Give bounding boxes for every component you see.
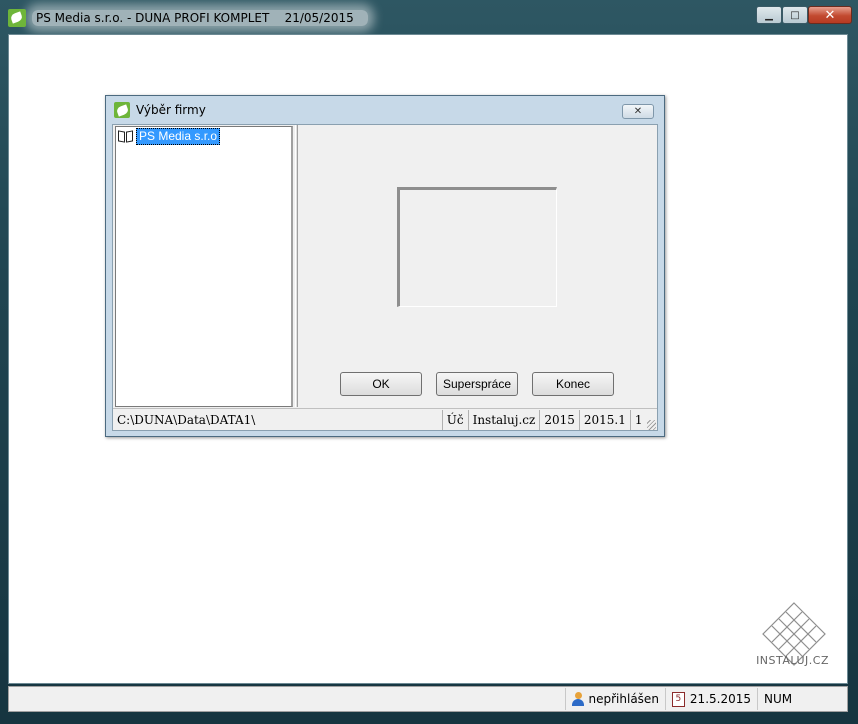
dialog-body: PS Media s.r.o OK Superspráce Konec C:\D…: [112, 124, 658, 431]
watermark-text: INSTALUJ.CZ: [756, 654, 829, 667]
company-tree[interactable]: PS Media s.r.o: [115, 126, 293, 407]
konec-button-label: Konec: [555, 377, 591, 391]
splitter-handle[interactable]: [295, 125, 298, 407]
minimize-button[interactable]: ▁: [756, 6, 782, 24]
close-icon: ✕: [824, 7, 836, 23]
date-status: 5 21.5.2015: [664, 688, 757, 710]
station-number: 1: [629, 409, 647, 430]
fiscal-year: 2015: [539, 409, 579, 430]
user-icon: [571, 692, 584, 706]
caption-buttons: ▁ □ ✕: [756, 6, 852, 24]
dialog-statusbar: C:\DUNA\Data\DATA1\ Úč Instaluj.cz 2015 …: [113, 408, 657, 430]
tree-item-label: PS Media s.r.o: [136, 128, 221, 145]
superspravce-button-label: Superspráce: [442, 377, 512, 391]
main-statusbar: nepřihlášen 5 21.5.2015 NUM: [8, 686, 848, 712]
close-icon: ✕: [633, 106, 643, 117]
login-status: nepřihlášen: [564, 688, 665, 710]
dialog-close-button[interactable]: ✕: [622, 104, 654, 119]
ok-button[interactable]: OK: [340, 372, 422, 396]
window-title: PS Media s.r.o. - DUNA PROFI KOMPLET 21/…: [32, 10, 368, 26]
window-titlebar[interactable]: PS Media s.r.o. - DUNA PROFI KOMPLET 21/…: [8, 4, 738, 32]
konec-button[interactable]: Konec: [532, 372, 614, 396]
date-status-text: 21.5.2015: [689, 692, 751, 706]
login-status-text: nepřihlášen: [588, 692, 659, 706]
user-name: Instaluj.cz: [467, 409, 540, 430]
program-version: 2015.1: [578, 409, 630, 430]
dialog-titlebar[interactable]: Výběr firmy: [106, 96, 664, 124]
accounting-type: Úč: [441, 409, 468, 430]
dialog-title: Výběr firmy: [136, 103, 206, 117]
minimize-icon: ▁: [765, 9, 773, 21]
app-logo-icon: [8, 9, 26, 27]
close-button[interactable]: ✕: [808, 6, 852, 24]
resize-grip-icon[interactable]: [646, 420, 656, 430]
ok-button-label: OK: [372, 377, 390, 391]
superspravce-button[interactable]: Superspráce: [436, 372, 518, 396]
maximize-icon: □: [790, 9, 800, 21]
dialog-app-icon: [114, 102, 130, 118]
calendar-icon: 5: [671, 691, 685, 707]
maximize-button[interactable]: □: [782, 6, 808, 24]
tree-item-company[interactable]: PS Media s.r.o: [118, 128, 221, 145]
num-lock-status: NUM: [757, 688, 847, 710]
company-selection-dialog: Výběr firmy ✕ PS Media s.r.o OK Superspr…: [105, 95, 665, 437]
book-icon: [118, 130, 134, 143]
data-path: C:\DUNA\Data\DATA1\: [117, 412, 256, 427]
preview-frame: [397, 187, 557, 307]
num-lock-text: NUM: [764, 692, 793, 706]
